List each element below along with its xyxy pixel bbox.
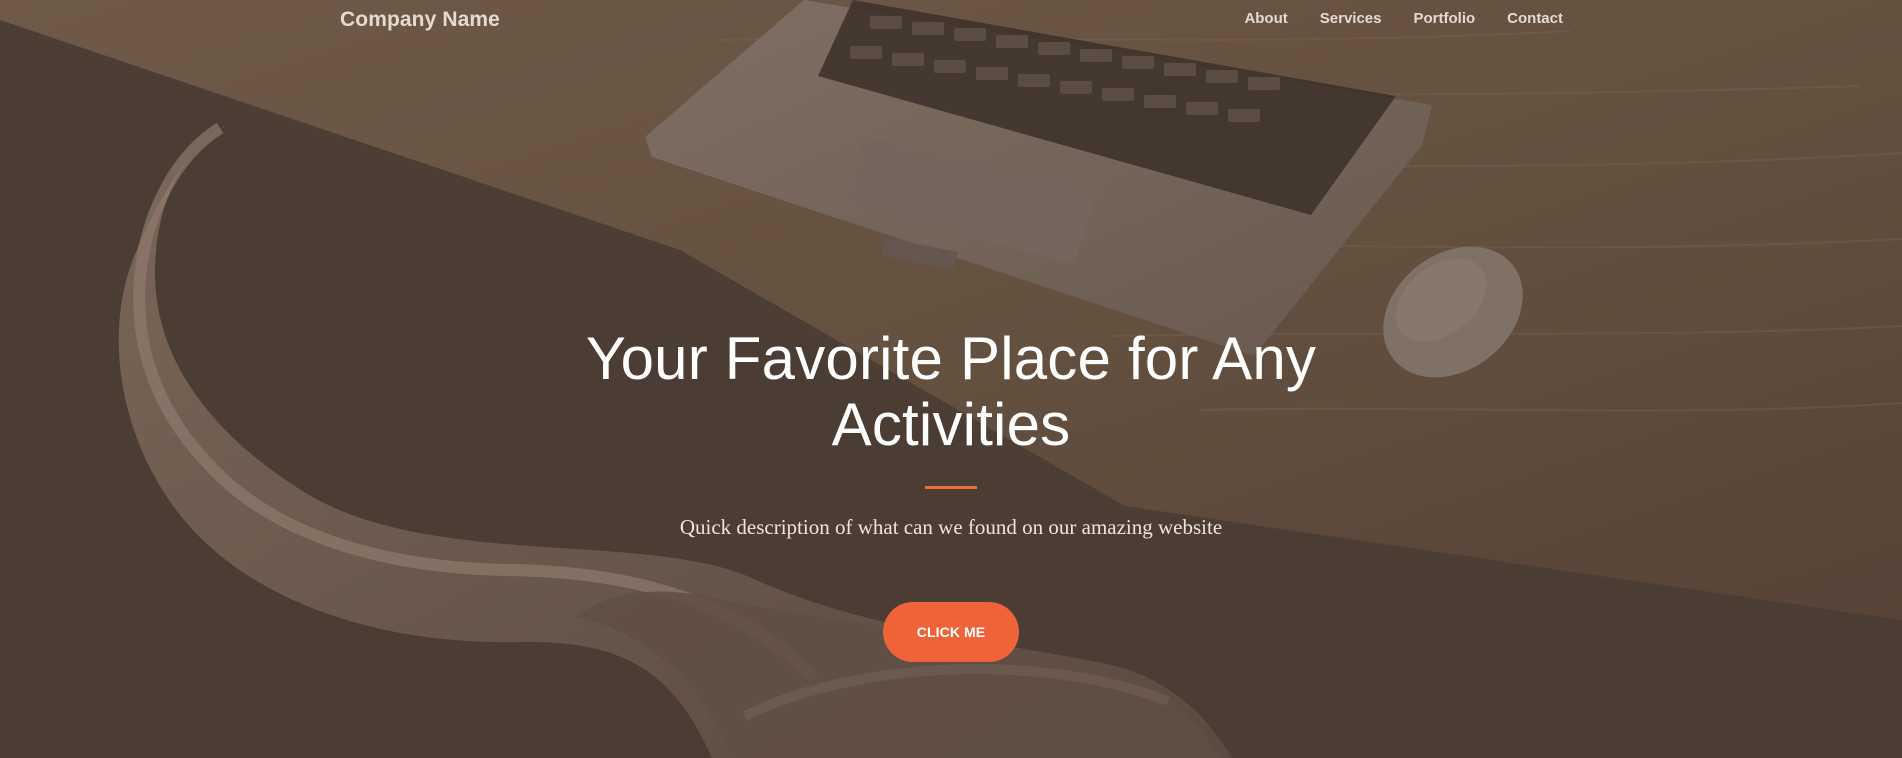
nav-links: About Services Portfolio Contact bbox=[1244, 10, 1563, 27]
hero-content: Your Favorite Place for Any Activities Q… bbox=[0, 326, 1902, 662]
click-me-button[interactable]: CLICK ME bbox=[883, 602, 1019, 662]
hero-headline: Your Favorite Place for Any Activities bbox=[585, 325, 1317, 458]
hero-section: Company Name About Services Portfolio Co… bbox=[0, 0, 1902, 758]
top-navbar: Company Name About Services Portfolio Co… bbox=[0, 0, 1902, 42]
nav-link-contact[interactable]: Contact bbox=[1507, 10, 1563, 27]
headline-divider bbox=[925, 486, 977, 489]
hero-subtitle: Quick description of what can we found o… bbox=[679, 515, 1223, 539]
nav-link-about[interactable]: About bbox=[1244, 10, 1287, 27]
nav-link-portfolio[interactable]: Portfolio bbox=[1414, 10, 1476, 27]
brand-link[interactable]: Company Name bbox=[340, 8, 500, 32]
nav-link-services[interactable]: Services bbox=[1320, 10, 1382, 27]
